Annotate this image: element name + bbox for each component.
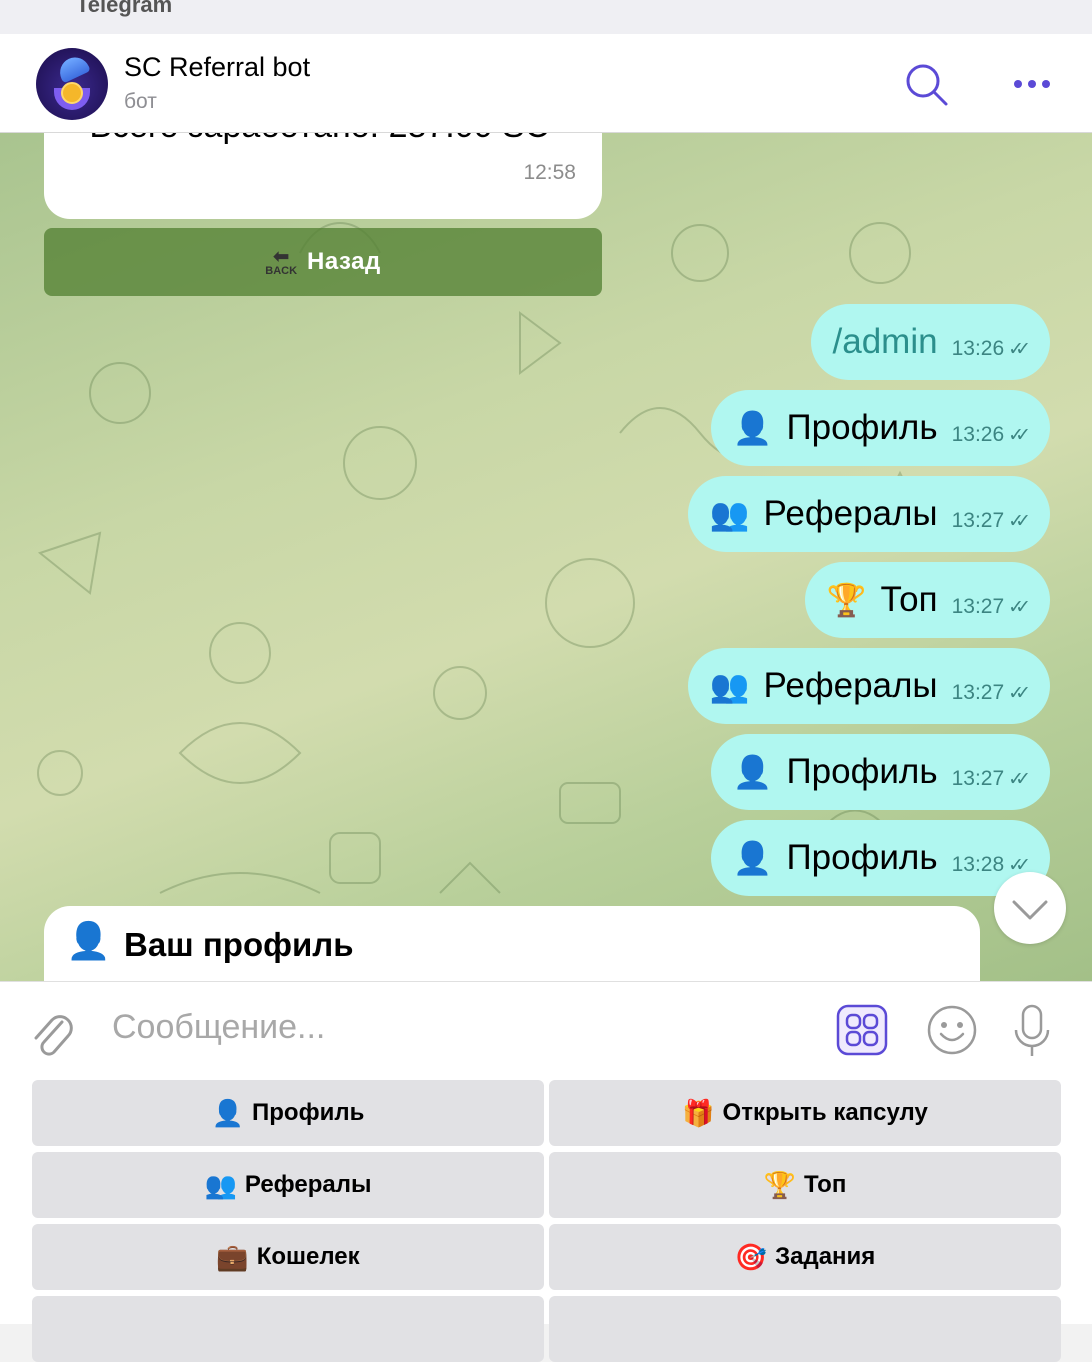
emoji-icon[interactable] bbox=[926, 1004, 978, 1056]
read-ticks-icon: ✓✓ bbox=[1008, 510, 1031, 532]
app-title: Telegram bbox=[76, 0, 173, 17]
profile-emoji-icon: 👤 bbox=[732, 754, 773, 790]
read-ticks-icon: ✓✓ bbox=[1008, 768, 1031, 790]
paperclip-icon[interactable] bbox=[28, 1006, 76, 1058]
keyboard-button-wallet[interactable]: 💼 Кошелек bbox=[32, 1224, 544, 1290]
button-label: Задания bbox=[775, 1243, 876, 1270]
scroll-down-button[interactable] bbox=[994, 872, 1066, 944]
chevron-down-icon bbox=[1012, 900, 1048, 920]
referrals-emoji-icon: 👥 bbox=[204, 1169, 237, 1200]
message-time: 13:27 bbox=[951, 767, 1005, 790]
message-time: 13:27 bbox=[951, 509, 1005, 532]
read-ticks-icon: ✓✓ bbox=[1008, 424, 1031, 446]
message-text: Топ bbox=[880, 580, 938, 619]
window-titlebar: Telegram bbox=[0, 0, 1092, 34]
chat-header: SC Referral bot бот bbox=[0, 34, 1092, 133]
message-text: Ваш профиль bbox=[124, 926, 354, 963]
profile-emoji-icon: 👤 bbox=[66, 920, 111, 961]
button-label: Рефералы bbox=[244, 1171, 372, 1198]
incoming-profile-message: 👤 Ваш профиль bbox=[44, 906, 980, 981]
message-time: 13:26 bbox=[951, 423, 1005, 446]
message-text: Профиль bbox=[786, 752, 938, 791]
profile-emoji-icon: 👤 bbox=[211, 1097, 245, 1128]
more-icon[interactable] bbox=[1008, 60, 1056, 108]
target-emoji-icon: 🎯 bbox=[734, 1241, 768, 1272]
message-time: 13:27 bbox=[951, 595, 1005, 618]
chat-title[interactable]: SC Referral bot bbox=[124, 52, 310, 83]
keyboard-button-partial[interactable] bbox=[32, 1296, 544, 1362]
button-label: Топ bbox=[804, 1171, 847, 1198]
button-label: Открыть капсулу bbox=[722, 1099, 928, 1126]
keyboard-button-profile[interactable]: 👤 Профиль bbox=[32, 1080, 544, 1146]
read-ticks-icon: ✓✓ bbox=[1008, 682, 1031, 704]
incoming-message: • Всего заработано: 287.00 SC 12:58 bbox=[44, 133, 602, 219]
referrals-emoji-icon: 👥 bbox=[709, 668, 750, 704]
keyboard-button-partial[interactable] bbox=[549, 1296, 1061, 1362]
message-composer: Сообщение... bbox=[0, 981, 1092, 1078]
message-text: Рефералы bbox=[763, 666, 938, 705]
read-ticks-icon: ✓✓ bbox=[1008, 596, 1031, 618]
back-inline-button[interactable]: ⬅ BACK Назад bbox=[44, 228, 602, 296]
message-time: 13:26 bbox=[951, 337, 1005, 360]
gift-emoji-icon: 🎁 bbox=[682, 1097, 715, 1128]
message-text: /admin bbox=[832, 322, 938, 361]
message-text: Профиль bbox=[786, 408, 938, 447]
bot-avatar[interactable] bbox=[36, 48, 108, 120]
message-text: Рефералы bbox=[763, 494, 938, 533]
chat-subtitle: бот bbox=[124, 90, 157, 113]
outgoing-message: 👥 Рефералы 13:27 ✓✓ bbox=[687, 648, 1050, 724]
referrals-emoji-icon: 👥 bbox=[709, 496, 750, 532]
keyboard-button-referrals[interactable]: 👥 Рефералы bbox=[32, 1152, 544, 1218]
outgoing-message: 👤 Профиль 13:26 ✓✓ bbox=[710, 390, 1050, 466]
outgoing-message: 👤 Профиль 13:27 ✓✓ bbox=[710, 734, 1050, 810]
briefcase-emoji-icon: 💼 bbox=[216, 1241, 249, 1272]
message-time: 12:58 bbox=[523, 161, 576, 184]
keyboard-button-top[interactable]: 🏆 Топ bbox=[549, 1152, 1061, 1218]
keyboard-button-open-capsule[interactable]: 🎁 Открыть капсулу bbox=[549, 1080, 1061, 1146]
message-input[interactable]: Сообщение... bbox=[112, 1008, 325, 1047]
back-button-label: Назад bbox=[307, 248, 381, 275]
chat-area[interactable]: • Всего заработано: 287.00 SC 12:58 ⬅BAC… bbox=[0, 133, 1092, 981]
profile-emoji-icon: 👤 bbox=[732, 840, 773, 876]
outgoing-message: 👥 Рефералы 13:27 ✓✓ bbox=[687, 476, 1050, 552]
trophy-emoji-icon: 🏆 bbox=[763, 1169, 797, 1200]
search-icon[interactable] bbox=[902, 60, 950, 108]
back-icon: ⬅ BACK bbox=[265, 245, 298, 277]
message-time: 13:27 bbox=[951, 681, 1005, 704]
trophy-emoji-icon: 🏆 bbox=[826, 582, 867, 618]
message-text: Профиль bbox=[786, 838, 938, 877]
bot-keyboard-icon[interactable] bbox=[836, 1004, 888, 1056]
button-label: Кошелек bbox=[256, 1243, 360, 1270]
profile-emoji-icon: 👤 bbox=[732, 410, 773, 446]
bot-reply-keyboard: 👤 Профиль 🎁 Открыть капсулу 👥 Рефералы 🏆… bbox=[0, 1077, 1092, 1362]
button-label: Профиль bbox=[252, 1099, 365, 1126]
keyboard-button-tasks[interactable]: 🎯 Задания bbox=[549, 1224, 1061, 1290]
read-ticks-icon: ✓✓ bbox=[1008, 338, 1031, 360]
message-text: • Всего заработано: 287.00 SC bbox=[68, 133, 549, 146]
outgoing-message: /admin 13:26 ✓✓ bbox=[810, 304, 1050, 380]
outgoing-message: 🏆 Топ 13:27 ✓✓ bbox=[804, 562, 1050, 638]
microphone-icon[interactable] bbox=[1008, 1002, 1056, 1060]
